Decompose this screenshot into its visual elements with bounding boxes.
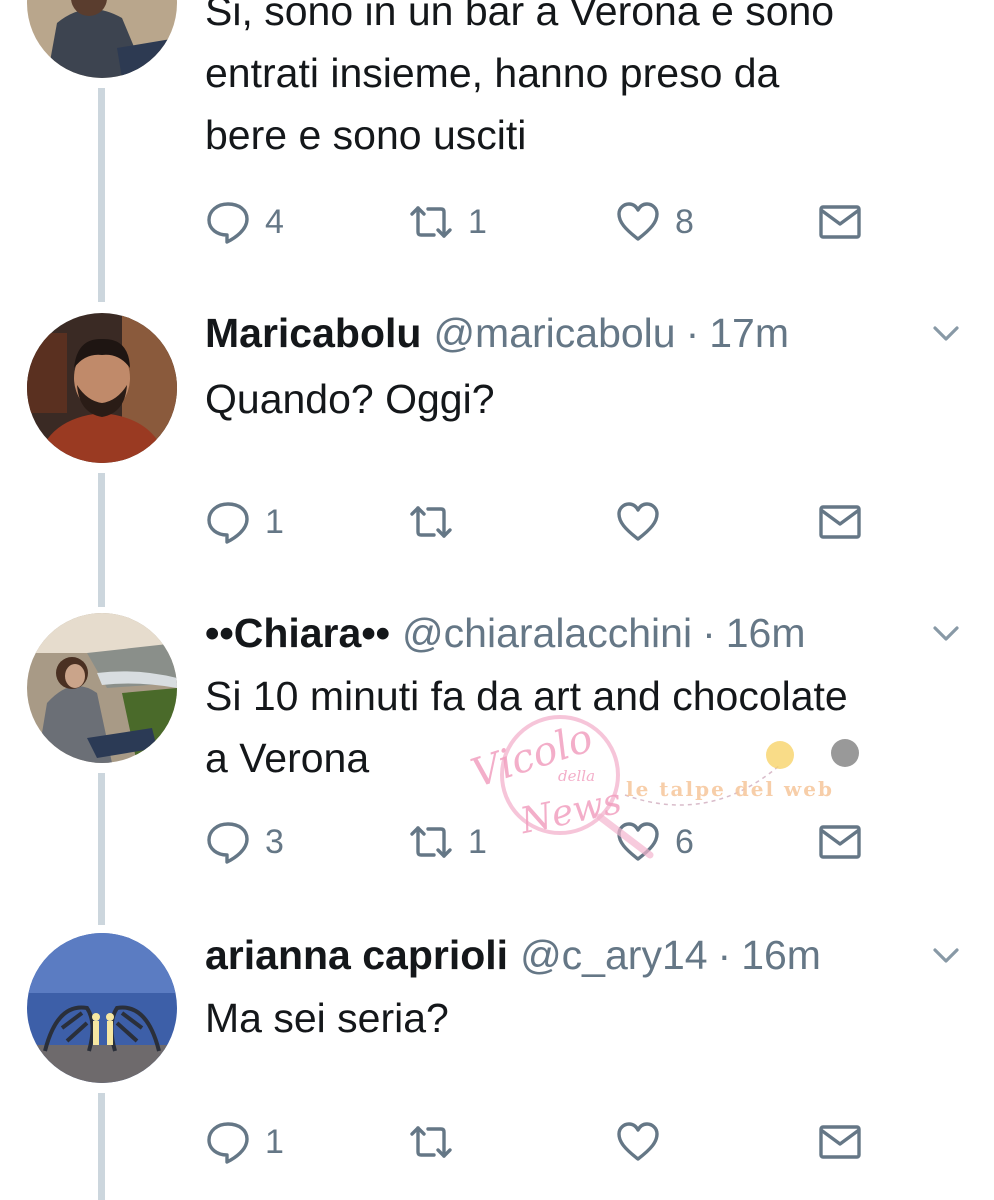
envelope-icon [819,505,861,539]
reply-count: 3 [265,822,284,861]
tweet-timestamp[interactable]: 17m [709,310,789,357]
tweet-2[interactable]: Maricabolu @maricabolu · 17m Quando? Ogg… [0,303,994,607]
retweet-button[interactable]: 1 [408,197,487,247]
reply-count: 1 [265,502,284,541]
heart-icon [617,822,659,861]
retweet-arrows-icon [410,206,452,238]
reply-count: 4 [265,202,284,241]
tweet-3[interactable]: ••Chiara•• @chiaralacchini · 16m Si 10 m… [0,603,994,925]
retweet-count: 1 [468,822,487,861]
tweet-timestamp[interactable]: 16m [741,932,821,979]
tweet-text: Quando? Oggi? [205,368,495,430]
heart-icon [617,1122,659,1161]
heart-icon [617,202,659,241]
avatar-image [27,613,177,763]
retweet-arrows-icon [410,826,452,858]
user-name[interactable]: arianna caprioli [205,932,508,979]
user-handle[interactable]: @maricabolu [433,310,675,357]
tweet-text-line: bere e sono usciti [205,112,527,158]
avatar-image [27,313,177,463]
avatar-chiara[interactable] [27,0,177,78]
speech-bubble-icon [207,202,249,244]
tweet-text-line: a Verona [205,735,370,781]
like-button[interactable] [615,497,675,547]
tweet-text-line: Si 10 minuti fa da art and chocolate [205,673,848,719]
tweet-text-line: entrati insieme, hanno preso da [205,50,780,96]
user-name[interactable]: ••Chiara•• [205,610,390,657]
thread-line [98,773,105,925]
envelope-icon [819,825,861,859]
tweet-header: arianna caprioli @c_ary14 · 16m [205,925,821,985]
reply-count: 1 [265,1122,284,1161]
reply-button[interactable]: 1 [205,497,284,547]
tweet-text: Ma sei seria? [205,987,449,1049]
speech-bubble-icon [207,1122,249,1164]
tweet-actions: 1 [205,497,905,547]
user-handle[interactable]: @c_ary14 [520,932,707,979]
speech-bubble-icon [207,822,249,864]
thread-line [98,88,105,302]
avatar-chiara[interactable] [27,613,177,763]
retweet-button[interactable] [408,1117,468,1167]
like-count: 8 [675,202,694,241]
tweet-text-line: Ma sei seria? [205,995,449,1041]
thread-line [98,1093,105,1200]
retweet-button[interactable] [408,497,468,547]
like-button[interactable]: 8 [615,197,694,247]
thread-line [98,473,105,607]
tweet-text-line: Quando? Oggi? [205,376,495,422]
like-button[interactable]: 6 [615,817,694,867]
envelope-icon [819,205,861,239]
avatar-image [27,0,177,78]
reply-button[interactable]: 4 [205,197,284,247]
tweet-1[interactable]: Si, sono in un bar a Verona e sono entra… [0,0,994,302]
chevron-down-icon[interactable] [930,619,962,647]
tweet-text: Si 10 minuti fa da art and chocolate a V… [205,665,848,789]
direct-message-button[interactable] [817,497,863,547]
tweet-timestamp[interactable]: 16m [726,610,806,657]
separator-dot: · [702,609,716,656]
avatar-maricabolu[interactable] [27,313,177,463]
tweet-actions: 4 1 8 [205,197,905,247]
reply-button[interactable]: 1 [205,1117,284,1167]
tweet-header: ••Chiara•• @chiaralacchini · 16m [205,603,805,663]
user-name[interactable]: Maricabolu [205,310,421,357]
reply-button[interactable]: 3 [205,817,284,867]
retweet-arrows-icon [410,1126,452,1158]
tweet-actions: 1 [205,1117,905,1167]
tweet-actions: 3 1 6 [205,817,905,867]
chevron-down-icon[interactable] [930,941,962,969]
tweet-text-line: Si, sono in un bar a Verona e sono [205,0,835,34]
tweet-header: Maricabolu @maricabolu · 17m [205,303,789,363]
like-count: 6 [675,822,694,861]
retweet-button[interactable]: 1 [408,817,487,867]
direct-message-button[interactable] [817,1117,863,1167]
avatar-arianna[interactable] [27,933,177,1083]
tweet-4[interactable]: arianna caprioli @c_ary14 · 16m Ma sei s… [0,925,994,1200]
tweet-text: Si, sono in un bar a Verona e sono entra… [205,0,834,166]
heart-icon [617,502,659,541]
separator-dot: · [717,931,732,978]
retweet-count: 1 [468,202,487,241]
chevron-down-icon[interactable] [930,319,962,347]
user-handle[interactable]: @chiaralacchini [402,610,692,657]
separator-dot: · [685,309,700,356]
direct-message-button[interactable] [817,197,863,247]
avatar-image [27,933,177,1083]
retweet-arrows-icon [410,506,452,538]
like-button[interactable] [615,1117,675,1167]
envelope-icon [819,1125,861,1159]
direct-message-button[interactable] [817,817,863,867]
speech-bubble-icon [207,502,249,544]
